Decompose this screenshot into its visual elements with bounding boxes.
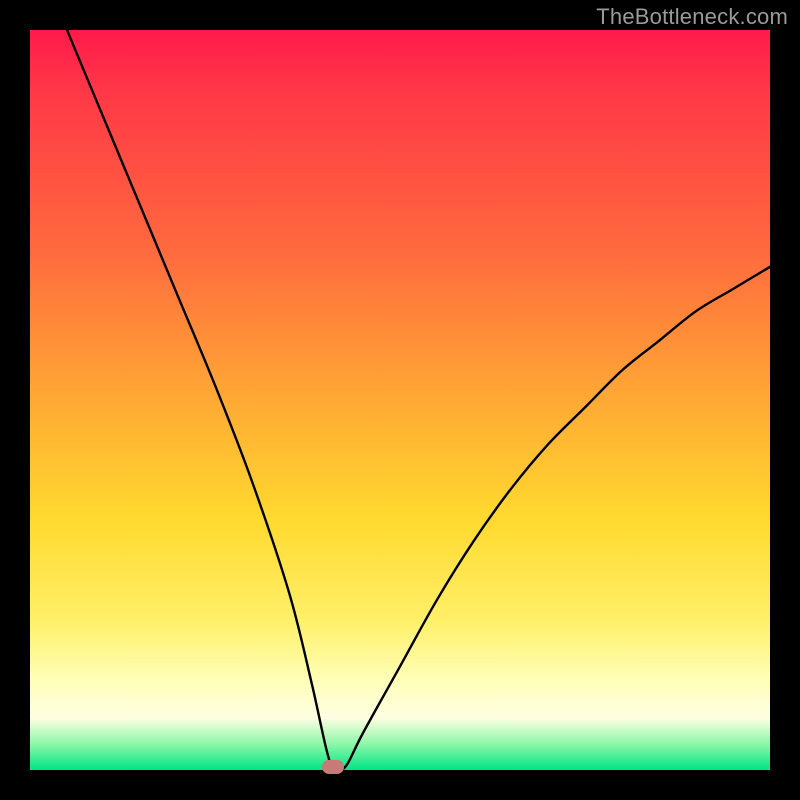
plot-area	[30, 30, 770, 770]
curve-svg	[30, 30, 770, 770]
watermark-text: TheBottleneck.com	[596, 4, 788, 30]
optimal-marker	[322, 760, 344, 774]
outer-frame: TheBottleneck.com	[0, 0, 800, 800]
bottleneck-curve	[67, 30, 770, 770]
